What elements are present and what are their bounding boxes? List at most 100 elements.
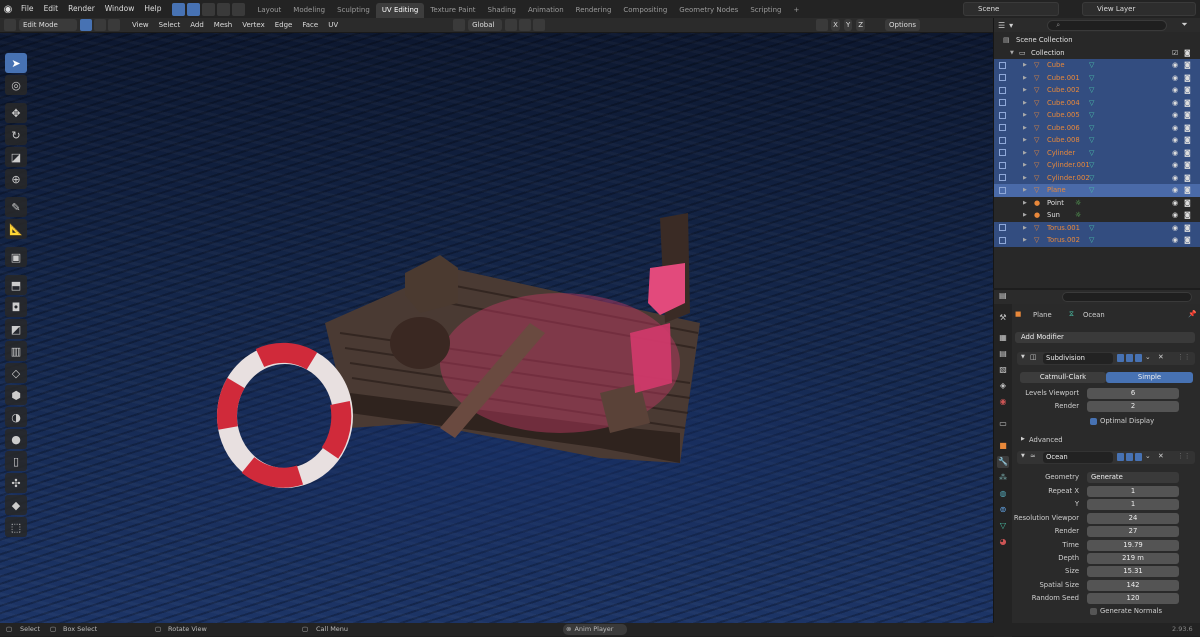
smooth-tool-icon[interactable]: ● — [5, 429, 27, 449]
expand-arrow-icon[interactable]: ▶ — [1023, 159, 1027, 172]
expand-arrow-icon[interactable]: ▼ — [1010, 47, 1014, 60]
render-camera-icon[interactable]: ◙ — [1184, 147, 1191, 160]
drag-handle-icon[interactable]: ⋮⋮ — [1177, 353, 1191, 361]
ocean-render-field[interactable]: 27 — [1087, 526, 1179, 538]
ocean-repeat-x-field[interactable]: 1 — [1087, 486, 1179, 497]
advanced-panel-label[interactable]: Advanced — [1029, 436, 1063, 444]
shrink-fatten-tool-icon[interactable]: ✣ — [5, 473, 27, 493]
render-camera-icon[interactable]: ◙ — [1184, 222, 1191, 235]
expand-arrow-icon[interactable]: ▶ — [1023, 59, 1027, 72]
editor-type-icon[interactable] — [4, 19, 16, 31]
outliner-item-cylinder-001[interactable]: ▶ ▽ Cylinder.001 ▽ ◉ ◙ — [994, 159, 1200, 172]
ocean-depth-field[interactable]: 219 m — [1087, 553, 1179, 564]
outliner-item-torus-001[interactable]: ▶ ▽ Torus.001 ▽ ◉ ◙ — [994, 221, 1200, 235]
expand-arrow-icon[interactable]: ▶ — [1023, 72, 1027, 85]
render-camera-icon[interactable]: ◙ — [1184, 197, 1191, 210]
render-camera-icon[interactable]: ◙ — [1184, 84, 1191, 97]
properties-editor-icon[interactable]: ▤ — [999, 291, 1007, 300]
select-invert-mode-icon[interactable] — [232, 2, 246, 16]
anim-player-button[interactable]: ⊗ Anim Player — [563, 624, 627, 635]
proportional-edit-icon[interactable] — [533, 19, 546, 31]
face-select-icon[interactable] — [108, 19, 120, 31]
collection-tab-icon[interactable]: ▭ — [997, 418, 1009, 430]
outliner-item-cube-002[interactable]: ▶ ▽ Cube.002 ▽ ◉ ◙ — [994, 84, 1200, 97]
menu-edge[interactable]: Edge — [270, 21, 298, 29]
expand-arrow-icon[interactable]: ▶ — [1023, 172, 1027, 185]
outliner-item-point[interactable]: ▶ ● Point ☼ ◉ ◙ — [994, 197, 1200, 210]
subdivision-render-field[interactable]: 2 — [1087, 401, 1179, 412]
viewport-toggle-icon[interactable] — [1126, 453, 1133, 461]
outliner-item-cube[interactable]: ▶ ▽ Cube ▽ ◉ ◙ — [994, 59, 1200, 72]
levels-viewport-field[interactable]: 6 — [1087, 388, 1179, 399]
poly-build-tool-icon[interactable]: ⬢ — [5, 385, 27, 405]
pivot-point-icon[interactable] — [505, 19, 518, 31]
visibility-eye-icon[interactable]: ◉ — [1172, 134, 1178, 147]
constraints-tab-icon[interactable]: ⊚ — [997, 504, 1009, 516]
render-camera-icon[interactable]: ◙ — [1184, 184, 1191, 197]
render-tab-icon[interactable]: ▦ — [997, 332, 1009, 344]
loop-cut-tool-icon[interactable]: ▥ — [5, 341, 27, 361]
options-dropdown[interactable]: Options — [885, 19, 921, 31]
modifier-dropdown-icon[interactable]: ⌄ — [1145, 353, 1151, 361]
view-layer-tab-icon[interactable]: ▧ — [997, 364, 1009, 376]
transform-tool-icon[interactable]: ⊕ — [5, 169, 27, 189]
move-tool-icon[interactable]: ✥ — [5, 103, 27, 123]
viewport-toggle-icon[interactable] — [1126, 354, 1133, 362]
physics-tab-icon[interactable]: ◍ — [997, 488, 1009, 500]
extrude-tool-icon[interactable]: ⬒ — [5, 275, 27, 295]
tool-tab-icon[interactable]: ⚒ — [997, 312, 1009, 324]
expand-arrow-icon[interactable]: ▶ — [1023, 209, 1027, 222]
visibility-eye-icon[interactable]: ◉ — [1172, 159, 1178, 172]
visibility-eye-icon[interactable]: ◉ — [1172, 172, 1178, 185]
annotate-tool-icon[interactable]: ✎ — [5, 197, 27, 217]
select-tool-icon[interactable]: ➤ — [5, 53, 27, 73]
expand-arrow-icon[interactable]: ▶ — [1023, 197, 1027, 210]
select-subtract-mode-icon[interactable] — [217, 2, 231, 16]
visibility-eye-icon[interactable]: ◉ — [1172, 197, 1178, 210]
ocean-spatial-size-field[interactable]: 142 — [1087, 579, 1179, 591]
render-camera-icon[interactable]: ◙ — [1184, 234, 1191, 247]
menu-add[interactable]: Add — [185, 21, 209, 29]
collapse-arrow-icon[interactable]: ▼ — [1021, 453, 1025, 459]
select-box-mode-icon[interactable] — [172, 2, 186, 16]
bevel-tool-icon[interactable]: ◩ — [5, 319, 27, 339]
tab-texture-paint[interactable]: Texture Paint — [424, 3, 481, 18]
render-toggle-icon[interactable] — [1135, 453, 1142, 461]
menu-select[interactable]: Select — [154, 21, 186, 29]
visibility-eye-icon[interactable]: ◉ — [1172, 59, 1178, 72]
menu-face[interactable]: Face — [297, 21, 323, 29]
render-camera-icon[interactable]: ◙ — [1184, 109, 1191, 122]
knife-tool-icon[interactable]: ◇ — [5, 363, 27, 383]
outliner-search-input[interactable]: ⌕ — [1047, 19, 1168, 31]
visibility-eye-icon[interactable]: ◉ — [1172, 97, 1178, 110]
tab-uv-editing[interactable]: UV Editing — [375, 3, 425, 18]
remove-modifier-icon[interactable]: ✕ — [1158, 353, 1164, 361]
outliner-item-cylinder[interactable]: ▶ ▽ Cylinder ▽ ◉ ◙ — [994, 146, 1200, 160]
visibility-eye-icon[interactable]: ◉ — [1172, 234, 1178, 247]
render-toggle-icon[interactable] — [1135, 354, 1142, 362]
display-mode-icon[interactable]: ▾ — [1009, 21, 1013, 30]
inset-tool-icon[interactable]: ◘ — [5, 297, 27, 317]
outliner-item-cube-008[interactable]: ▶ ▽ Cube.008 ▽ ◉ ◙ — [994, 134, 1200, 147]
menu-window[interactable]: Window — [100, 0, 140, 18]
tab-geometry-nodes[interactable]: Geometry Nodes — [673, 3, 744, 18]
tab-layout[interactable]: Layout — [251, 3, 287, 18]
visibility-eye-icon[interactable]: ◉ — [1172, 122, 1178, 135]
collapse-arrow-icon[interactable]: ▼ — [1021, 354, 1025, 360]
generate-normals-checkbox[interactable]: Generate Normals — [1090, 607, 1162, 615]
snap-icon[interactable] — [519, 19, 532, 31]
visibility-eye-icon[interactable]: ◉ — [1172, 109, 1178, 122]
ocean-y-field[interactable]: 1 — [1087, 499, 1179, 511]
select-extend-mode-icon[interactable] — [202, 2, 216, 16]
tab-shading[interactable]: Shading — [482, 3, 522, 18]
menu-vertex[interactable]: Vertex — [237, 21, 270, 29]
drag-handle-icon[interactable]: ⋮⋮ — [1177, 452, 1191, 460]
object-tab-icon[interactable]: ■ — [997, 440, 1009, 452]
render-camera-icon[interactable]: ◙ — [1184, 97, 1191, 110]
rotate-tool-icon[interactable]: ↻ — [5, 125, 27, 145]
visibility-eye-icon[interactable]: ◉ — [1172, 147, 1178, 160]
scene-selector[interactable]: Scene — [963, 2, 1059, 16]
measure-tool-icon[interactable]: 📐 — [5, 219, 27, 239]
visibility-eye-icon[interactable]: ◉ — [1172, 72, 1178, 85]
spin-tool-icon[interactable]: ◑ — [5, 407, 27, 427]
